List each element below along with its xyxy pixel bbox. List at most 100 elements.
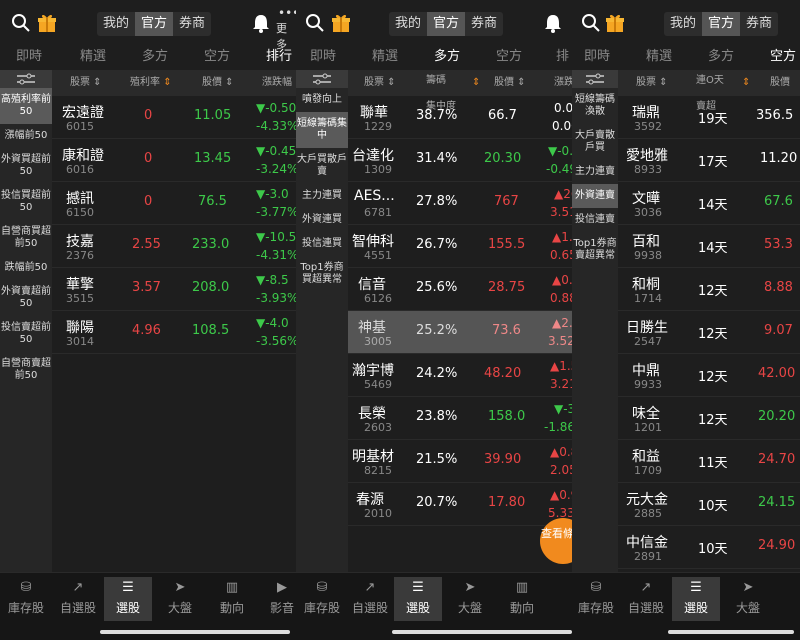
bell-icon[interactable] — [542, 12, 564, 34]
seg-official[interactable]: 官方 — [702, 12, 741, 36]
sidebar-item-dealer-sell[interactable]: 自營商賣超前50 — [0, 352, 52, 388]
seg-broker[interactable]: 券商 — [173, 12, 212, 36]
filter-sliders-icon[interactable] — [572, 70, 618, 88]
table-row[interactable]: 智伸科455126.7%155.5▲1.00.65 — [348, 225, 572, 268]
nav-market[interactable]: ➤ 大盤 — [724, 577, 772, 621]
tab-bearish[interactable]: 空方 — [770, 46, 796, 68]
sidebar-item-broker-sell-abnormal[interactable]: Top1券商賣超異常 — [572, 232, 618, 268]
table-row[interactable]: 台達化130931.4%20.30▼-0.-0.49 — [348, 139, 572, 182]
nav-inventory[interactable]: ⛁ 庫存股 — [2, 577, 50, 621]
table-row[interactable]: 春源201020.7%17.80▲0.95.33 — [348, 483, 572, 526]
table-row[interactable]: 味全 1201 12天 20.20 — [618, 397, 800, 440]
table-row[interactable]: 百和 9938 14天 53.3 — [618, 225, 800, 268]
sidebar-item-big-sell[interactable]: 大戶賣散戶買 — [572, 124, 618, 160]
sidebar-item-trust-buy[interactable]: 投信買超前50 — [0, 184, 52, 220]
sidebar-item-foreign-buy[interactable]: 外資買超前50 — [0, 148, 52, 184]
sidebar-item-breakout[interactable]: 噴發向上 — [296, 88, 348, 112]
gift-icon[interactable] — [604, 12, 626, 34]
seg-mine[interactable]: 我的 — [664, 12, 703, 36]
tab-realtime[interactable]: 即時 — [584, 46, 610, 68]
sidebar-item-trust-sell[interactable]: 投信賣超前50 — [0, 316, 52, 352]
seg-broker[interactable]: 券商 — [465, 12, 504, 36]
filter-sliders-icon[interactable] — [0, 70, 52, 88]
search-icon[interactable] — [304, 12, 326, 34]
tab-bullish[interactable]: 多方 — [142, 46, 168, 68]
sidebar-item-broker-abnormal[interactable]: Top1券商買超異常 — [296, 256, 348, 292]
filter-sliders-icon[interactable] — [296, 70, 348, 88]
tab-featured[interactable]: 精選 — [646, 46, 672, 68]
tab-bearish[interactable]: 空方 — [496, 46, 522, 68]
tab-featured[interactable]: 精選 — [80, 46, 106, 68]
table-row[interactable]: 華擎 3515 3.57 208.0 ▼-8.5 -3.93% — [52, 268, 296, 311]
table-row[interactable]: 聯華122938.7%66.70.00.00 — [348, 96, 572, 139]
nav-trend[interactable]: ▥ 動向 — [498, 577, 546, 621]
table-row[interactable]: 明基材821521.5%39.90▲0.82.05 — [348, 440, 572, 483]
sidebar-item-dealer-buy[interactable]: 自營商買超前50 — [0, 220, 52, 256]
search-icon[interactable] — [10, 12, 32, 34]
col-yield[interactable]: 殖利率 ⇕ — [130, 70, 172, 96]
sidebar-item-top-loss[interactable]: 跌幅前50 — [0, 256, 52, 280]
sidebar-item-foreign-buy[interactable]: 外資連買 — [296, 208, 348, 232]
col-stock[interactable]: 股票 ⇕ — [70, 70, 102, 96]
table-row[interactable]: AES...678127.8%767▲263.51 — [348, 182, 572, 225]
tab-ranking[interactable]: 排行 — [266, 46, 292, 68]
sidebar-item-top-gain[interactable]: 漲幅前50 — [0, 124, 52, 148]
gift-icon[interactable] — [330, 12, 352, 34]
nav-inventory[interactable]: ⛁ 庫存股 — [574, 577, 618, 621]
tab-ranking[interactable]: 排 — [556, 46, 569, 68]
seg-official[interactable]: 官方 — [427, 12, 466, 36]
sidebar-item-foreign-sell[interactable]: 外資連賣 — [572, 184, 618, 208]
sort-icon[interactable]: ⇕ — [742, 70, 750, 96]
table-row[interactable]: 中鼎 9933 12天 42.00 — [618, 354, 800, 397]
tab-realtime[interactable]: 即時 — [16, 46, 42, 68]
table-row[interactable]: 技嘉 2376 2.55 233.0 ▼-10.5 -4.31% — [52, 225, 296, 268]
sidebar-item-foreign-sell[interactable]: 外資賣超前50 — [0, 280, 52, 316]
nav-screener[interactable]: ☰ 選股 — [672, 577, 720, 621]
nav-trend[interactable]: ▥ 動向 — [208, 577, 256, 621]
table-row[interactable]: 聯陽 3014 4.96 108.5 ▼-4.0 -3.56% — [52, 311, 296, 354]
col-price[interactable]: 股價 ⇕ — [202, 70, 234, 96]
seg-mine[interactable]: 我的 — [389, 12, 428, 36]
table-row[interactable]: 和益 1709 11天 24.70 — [618, 440, 800, 483]
sidebar-item-chip-disperse[interactable]: 短線籌碼渙散 — [572, 88, 618, 124]
nav-watchlist[interactable]: ↗ 自選股 — [622, 577, 670, 621]
table-row[interactable]: 文曄 3036 14天 67.6 — [618, 182, 800, 225]
tab-bearish[interactable]: 空方 — [204, 46, 230, 68]
table-row[interactable]: 信音612625.6%28.75▲0.20.88 — [348, 268, 572, 311]
search-icon[interactable] — [580, 12, 602, 34]
table-row[interactable]: 瀚宇博546924.2%48.20▲1.53.21 — [348, 354, 572, 397]
seg-official[interactable]: 官方 — [135, 12, 174, 36]
table-row[interactable]: 中信金 2891 10天 24.90 — [618, 526, 800, 569]
col-stock[interactable]: 股票 ⇕ — [636, 70, 668, 96]
seg-mine[interactable]: 我的 — [97, 12, 136, 36]
seg-broker[interactable]: 券商 — [740, 12, 779, 36]
nav-market[interactable]: ➤ 大盤 — [446, 577, 494, 621]
sidebar-item-main-buy[interactable]: 主力連買 — [296, 184, 348, 208]
nav-inventory[interactable]: ⛁ 庫存股 — [298, 577, 346, 621]
col-price[interactable]: 股價 — [770, 70, 790, 96]
sidebar-item-trust-sell[interactable]: 投信連賣 — [572, 208, 618, 232]
table-row[interactable]: 瑞鼎 3592 19天 356.5 — [618, 96, 800, 139]
table-row[interactable]: 和桐 1714 12天 8.88 — [618, 268, 800, 311]
bell-icon[interactable] — [250, 12, 272, 34]
more-dots-icon[interactable]: ••• — [278, 6, 296, 20]
nav-watchlist[interactable]: ↗ 自選股 — [346, 577, 394, 621]
table-row[interactable]: 宏遠證 6015 0 11.05 ▼-0.50 -4.33% — [52, 96, 296, 139]
table-row[interactable]: 日勝生 2547 12天 9.07 — [618, 311, 800, 354]
table-row[interactable]: 元大金 2885 10天 24.15 — [618, 483, 800, 526]
table-row[interactable]: 長榮 2603 23.8% 158.0 ▼-3 -1.86 — [348, 397, 572, 440]
nav-screener[interactable]: ☰ 選股 — [394, 577, 442, 621]
gift-icon[interactable] — [36, 12, 58, 34]
col-price[interactable]: 股價 ⇕ — [494, 70, 526, 96]
nav-screener[interactable]: ☰ 選股 — [104, 577, 152, 621]
col-stock[interactable]: 股票 ⇕ — [364, 70, 396, 96]
table-row[interactable]: 愛地雅 8933 17天 11.20 — [618, 139, 800, 182]
table-row[interactable]: 康和證 6016 0 13.45 ▼-0.45 -3.24% — [52, 139, 296, 182]
view-criteria-button[interactable]: 查看條件 — [540, 518, 572, 564]
col-change[interactable]: 漲跌幅 — [262, 70, 292, 96]
sort-icon[interactable]: ⇕ — [472, 70, 480, 96]
sidebar-item-trust-buy[interactable]: 投信連買 — [296, 232, 348, 256]
col-change[interactable]: 漲跌 — [554, 70, 572, 96]
table-row[interactable]: 神基 3005 25.2% 73.6 ▲2. 3.52 — [348, 311, 572, 354]
nav-video[interactable]: ▶ 影音 — [258, 577, 296, 621]
